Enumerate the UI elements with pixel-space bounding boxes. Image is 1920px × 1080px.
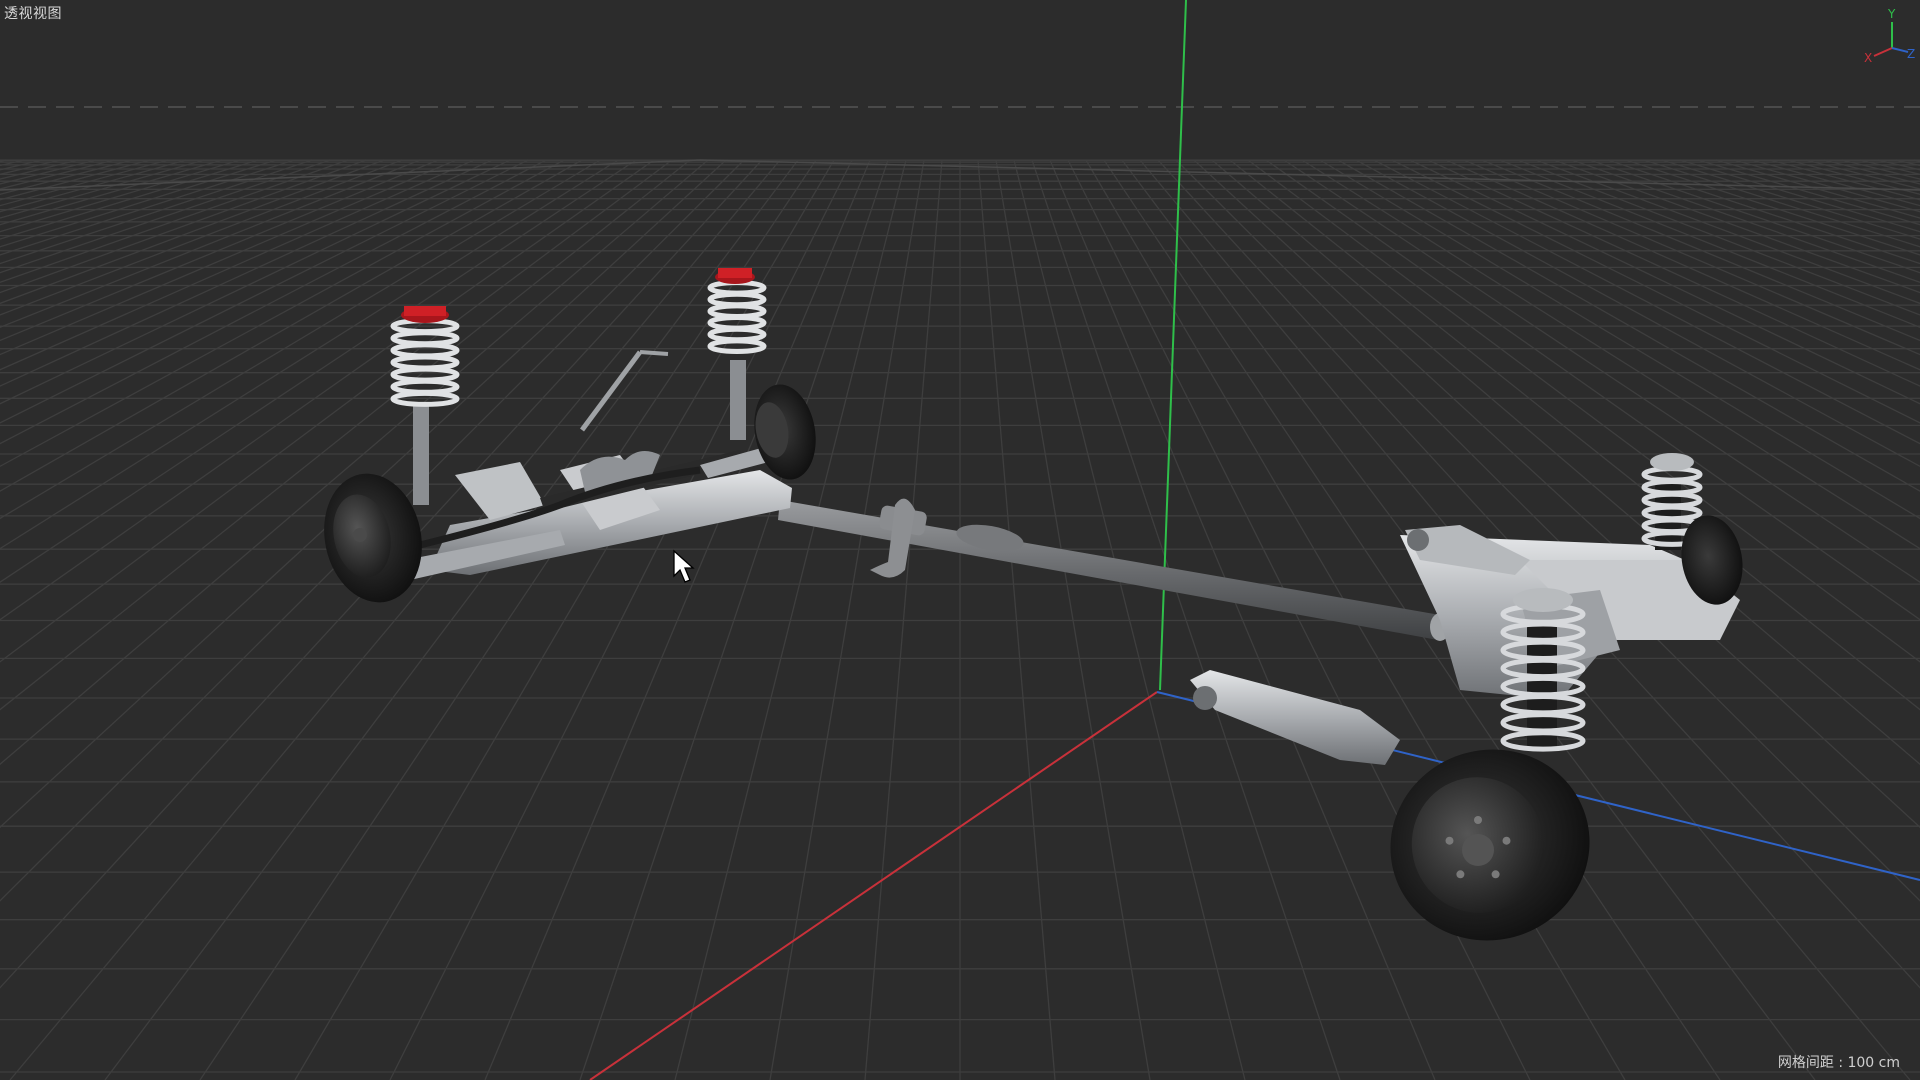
axis-gizmo-icon[interactable]: Y X Z	[1852, 4, 1916, 68]
axis-gizmo-z-label: Z	[1907, 47, 1915, 61]
rear-suspension[interactable]	[1190, 453, 1749, 966]
axis-gizmo-y-label: Y	[1887, 7, 1896, 21]
rear-left-wheel[interactable]	[1366, 724, 1615, 967]
drive-shaft[interactable]	[778, 498, 1450, 641]
grid-spacing-readout: 网格间距 : 100 cm	[1777, 1055, 1900, 1071]
axis-gizmo-x-label: X	[1864, 51, 1872, 65]
viewport-scene[interactable]	[0, 0, 1920, 1080]
front-suspension[interactable]	[313, 268, 823, 612]
perspective-viewport[interactable]: 透视视图 Y X Z 网格间距 : 100 cm	[0, 0, 1920, 1080]
front-right-wheel[interactable]	[747, 380, 823, 485]
front-left-strut[interactable]	[390, 306, 460, 505]
axis-x-line	[589, 691, 1158, 1080]
mouse-cursor-icon	[673, 549, 695, 583]
view-name-label: 透视视图	[4, 6, 62, 22]
